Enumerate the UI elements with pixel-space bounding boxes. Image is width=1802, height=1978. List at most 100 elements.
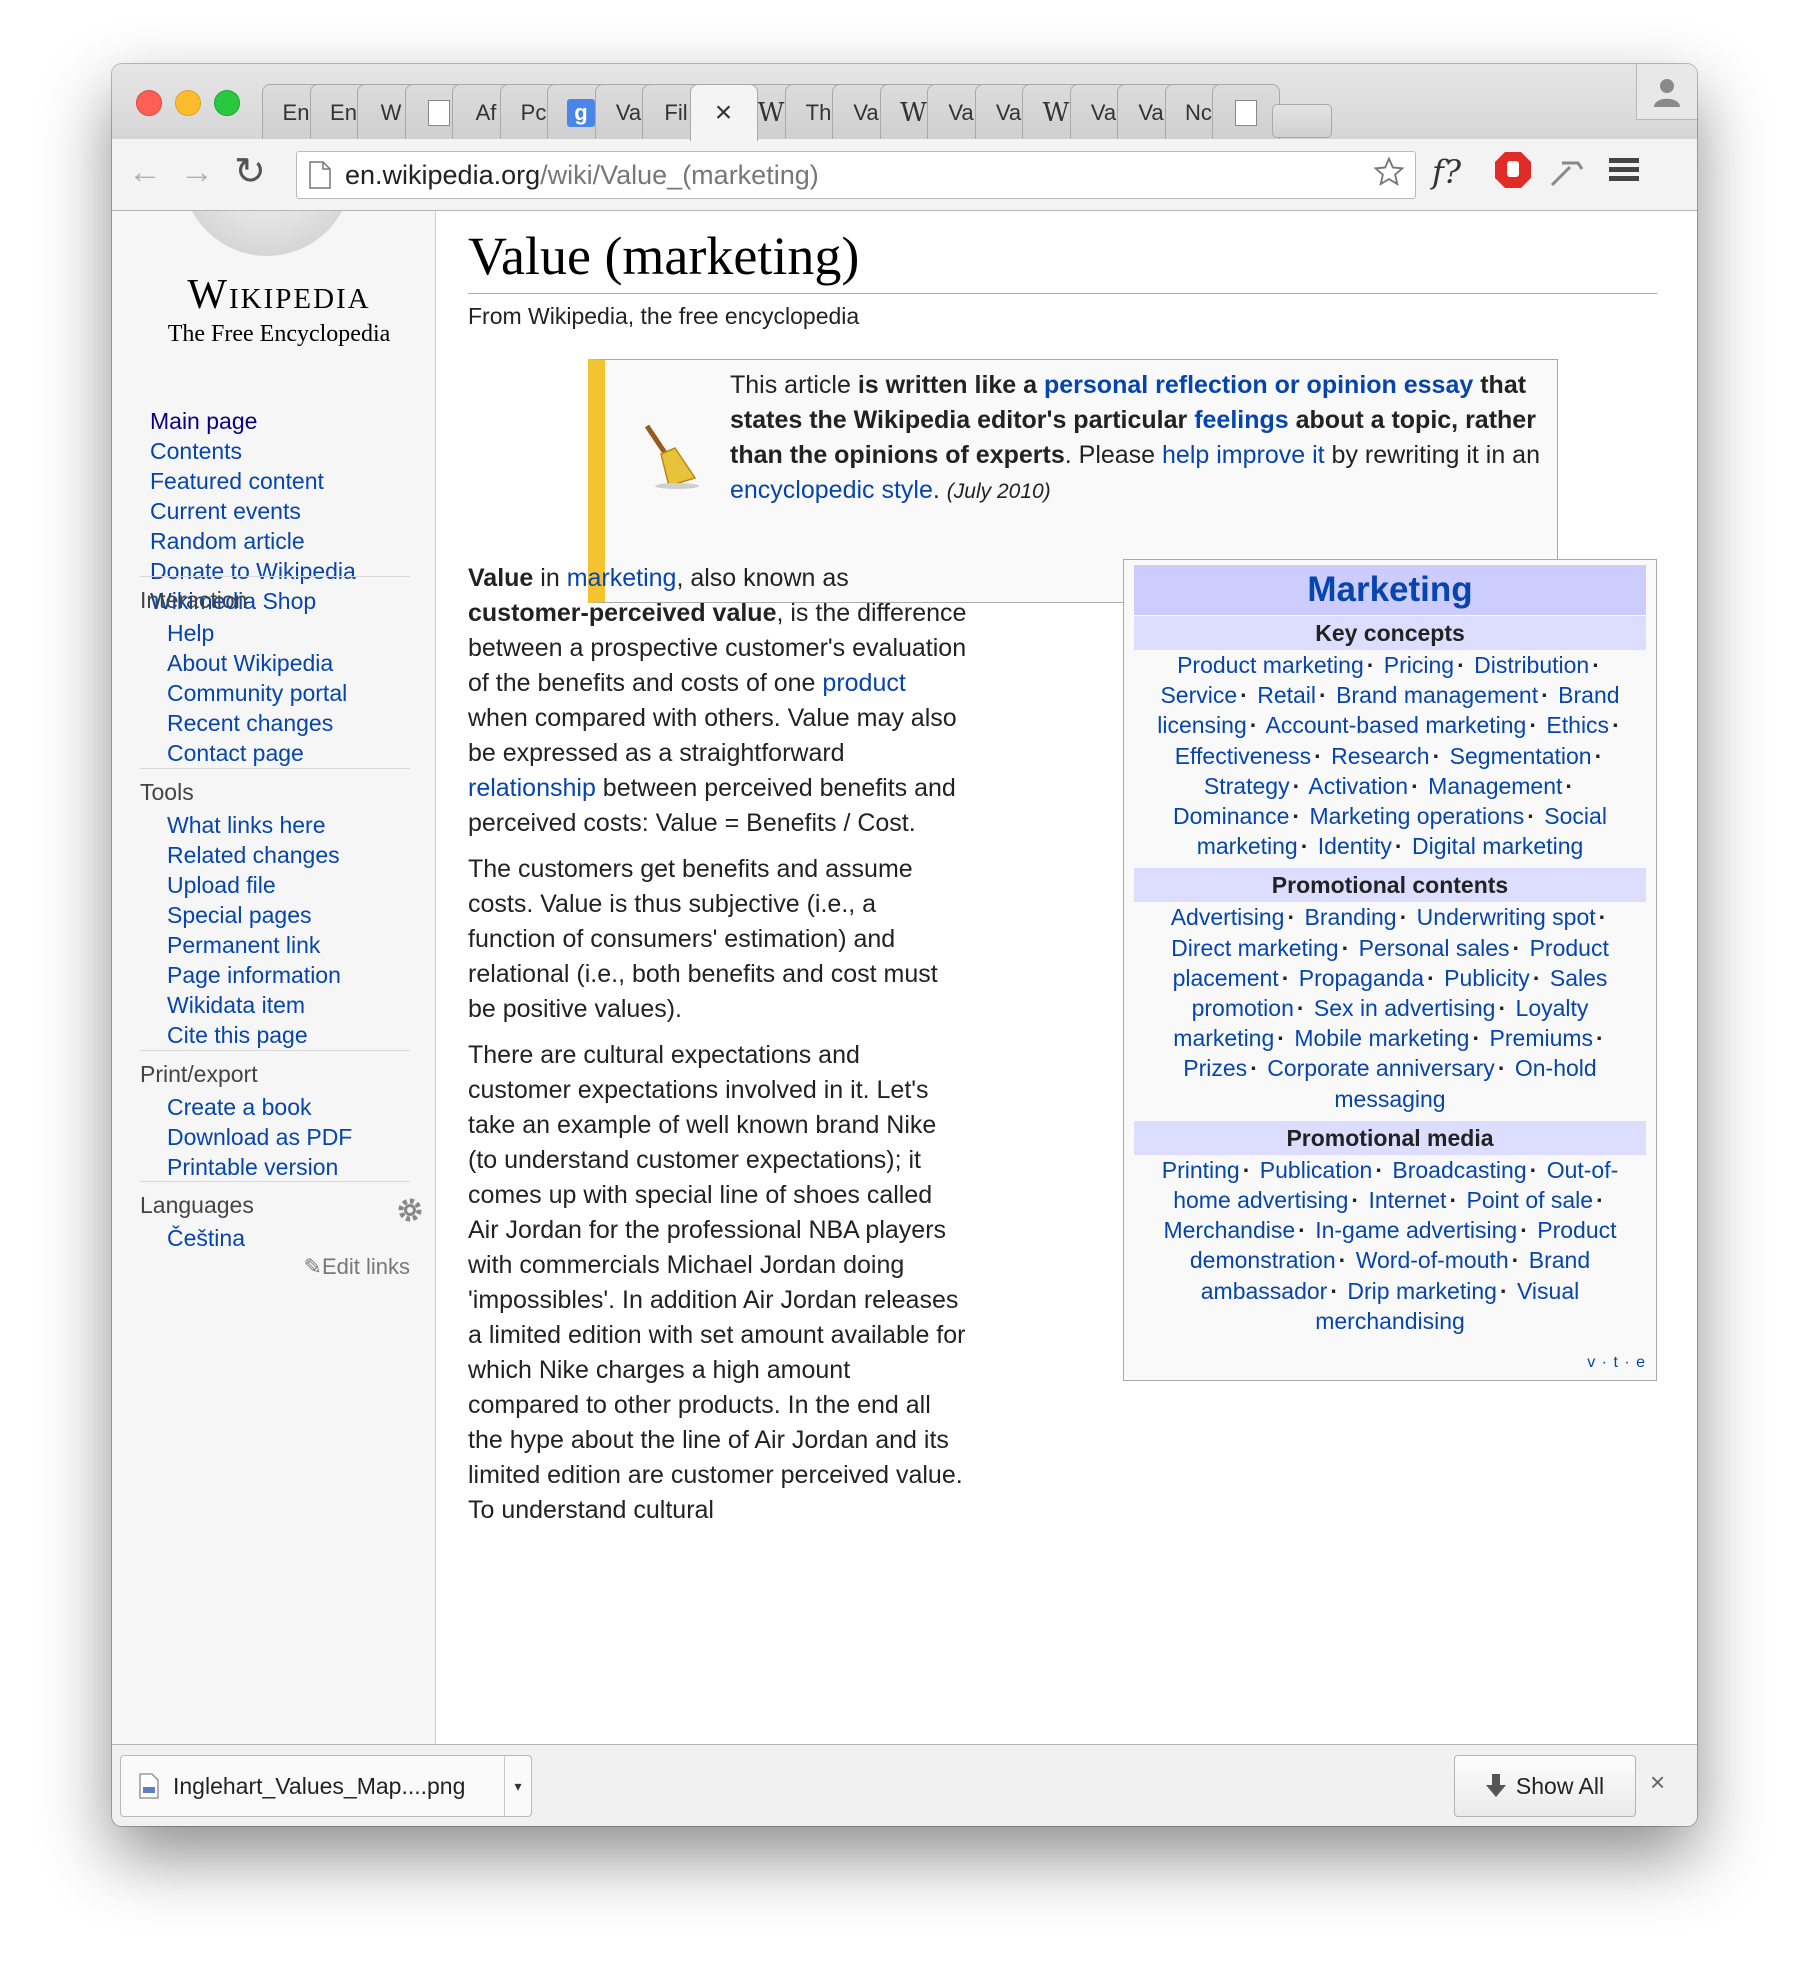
bookmark-star-icon[interactable] [1373,155,1405,195]
navbox-link[interactable]: Prizes [1183,1055,1247,1081]
wikipedia-wordmark[interactable]: Wikipedia The Free Encyclopedia [154,271,404,348]
navbox-link[interactable]: Direct marketing [1171,935,1338,961]
navbox-link[interactable]: Mobile marketing [1294,1025,1469,1051]
navbox-link[interactable]: Marketing operations [1309,803,1524,829]
navbox-link[interactable]: Printing [1162,1157,1240,1183]
separator-dot: · [1298,1217,1306,1244]
show-all-downloads-button[interactable]: Show All [1454,1755,1636,1817]
notice-text-part: . Please [1064,441,1163,469]
portal-heading: Languages [140,1192,254,1218]
new-tab-button[interactable] [1271,104,1332,138]
gear-icon[interactable] [396,1196,424,1224]
address-bar[interactable]: en.wikipedia.org/wiki/Value_(marketing) [296,151,1416,199]
navbox-link[interactable]: Personal sales [1359,935,1510,961]
menu-button[interactable] [1609,157,1639,188]
navbox-link[interactable]: Research [1331,743,1429,769]
close-window-button[interactable] [136,90,162,116]
navbox-link[interactable]: Account-based marketing [1266,712,1527,738]
navbox-link[interactable]: Service [1160,682,1237,708]
navbox-link[interactable]: Brand management [1336,682,1538,708]
sidebar-link-special-pages[interactable]: Special pages [167,900,410,930]
navbox-link[interactable]: Branding [1305,904,1397,930]
navbox-vte-links[interactable]: v · t · e [1587,1354,1646,1372]
sidebar-link-featured-content[interactable]: Featured content [150,466,356,496]
navbox-link[interactable]: Corporate anniversary [1267,1055,1495,1081]
sidebar-link-random-article[interactable]: Random article [150,526,356,556]
sidebar-link-contents[interactable]: Contents [150,436,356,466]
navbox-link[interactable]: Management [1428,773,1562,799]
navbox-link[interactable]: Sex in advertising [1314,995,1496,1021]
navbox-link[interactable]: Publicity [1444,965,1530,991]
back-button[interactable]: ← [128,153,162,192]
navbox-link[interactable]: Activation [1308,773,1408,799]
wikipedia-globe-logo[interactable] [182,211,352,256]
article-link[interactable]: marketing [567,564,677,592]
minimize-window-button[interactable] [175,90,201,116]
navbox-link[interactable]: Premiums [1490,1025,1594,1051]
navbox-link[interactable]: Advertising [1171,904,1285,930]
navbox-link[interactable]: In-game advertising [1315,1217,1517,1243]
navbox-link[interactable]: Segmentation [1450,743,1592,769]
sidebar-link-create-a-book[interactable]: Create a book [167,1092,410,1122]
browser-tab[interactable]: × [689,84,758,141]
forward-button[interactable]: → [180,153,214,192]
close-shelf-button[interactable]: × [1650,1767,1665,1798]
sidebar-link-current-events[interactable]: Current events [150,496,356,526]
navbox-link[interactable]: Effectiveness [1175,743,1311,769]
formula-extension-button[interactable]: f? [1432,153,1461,191]
navbox-link[interactable]: Point of sale [1467,1187,1594,1213]
article-link[interactable]: product [822,669,905,697]
navbox-link[interactable]: Strategy [1204,773,1290,799]
sidebar-link-about-wikipedia[interactable]: About Wikipedia [167,648,410,678]
sidebar-link-community-portal[interactable]: Community portal [167,678,410,708]
zoom-window-button[interactable] [214,90,240,116]
person-icon [1654,78,1680,107]
download-item[interactable]: Inglehart_Values_Map....png ▾ [120,1755,532,1817]
navbox-link[interactable]: Dominance [1173,803,1289,829]
notice-link[interactable]: feelings [1194,406,1288,434]
sidebar-link-permanent-link[interactable]: Permanent link [167,930,410,960]
navbox-link[interactable]: Drip marketing [1347,1278,1497,1304]
article-link[interactable]: relationship [468,774,596,802]
navbox-link[interactable]: Ethics [1546,712,1609,738]
adblock-extension-button[interactable] [1494,151,1532,194]
notice-link[interactable]: personal reflection or opinion essay [1044,371,1473,399]
navbox-link[interactable]: Word-of-mouth [1356,1247,1509,1273]
download-arrow-icon [1485,1774,1506,1797]
navbox-link[interactable]: Underwriting spot [1417,904,1596,930]
sidebar-link-contact-page[interactable]: Contact page [167,738,410,768]
extension-button[interactable] [1548,155,1584,194]
navbox-link[interactable]: Propaganda [1299,965,1424,991]
edit-links-link[interactable]: ✎Edit links [304,1254,410,1280]
download-menu-button[interactable]: ▾ [504,1756,531,1816]
navbox-link[interactable]: Pricing [1384,652,1454,678]
notice-link[interactable]: encyclopedic style [730,476,933,504]
navbox-link[interactable]: Product marketing [1177,652,1364,678]
sidebar-link--e-tina[interactable]: Čeština [167,1223,410,1253]
navbox-link[interactable]: Digital marketing [1412,833,1583,859]
navbox-link[interactable]: Identity [1318,833,1392,859]
sidebar-link-wikidata-item[interactable]: Wikidata item [167,990,410,1020]
reload-button[interactable]: ↻ [234,149,266,194]
navbox-link[interactable]: Internet [1368,1187,1446,1213]
navbox-link[interactable]: Merchandise [1163,1217,1295,1243]
navbox-link[interactable]: Distribution [1474,652,1589,678]
separator-dot: · [1612,712,1620,739]
navbox-title[interactable]: Marketing [1134,565,1646,615]
sidebar-link-main-page[interactable]: Main page [150,406,356,436]
browser-tab[interactable] [1212,84,1280,140]
navbox-link[interactable]: Publication [1260,1157,1373,1183]
sidebar-link-upload-file[interactable]: Upload file [167,870,410,900]
sidebar-link-help[interactable]: Help [167,618,410,648]
sidebar-link-download-as-pdf[interactable]: Download as PDF [167,1122,410,1152]
navbox-link[interactable]: Retail [1257,682,1316,708]
navbox-link[interactable]: Broadcasting [1392,1157,1526,1183]
sidebar-link-cite-this-page[interactable]: Cite this page [167,1020,410,1050]
sidebar-link-printable-version[interactable]: Printable version [167,1152,410,1182]
profile-button[interactable] [1636,64,1697,120]
sidebar-link-page-information[interactable]: Page information [167,960,410,990]
sidebar-link-recent-changes[interactable]: Recent changes [167,708,410,738]
sidebar-link-related-changes[interactable]: Related changes [167,840,410,870]
notice-link[interactable]: help improve it [1162,441,1325,469]
sidebar-link-what-links-here[interactable]: What links here [167,810,410,840]
